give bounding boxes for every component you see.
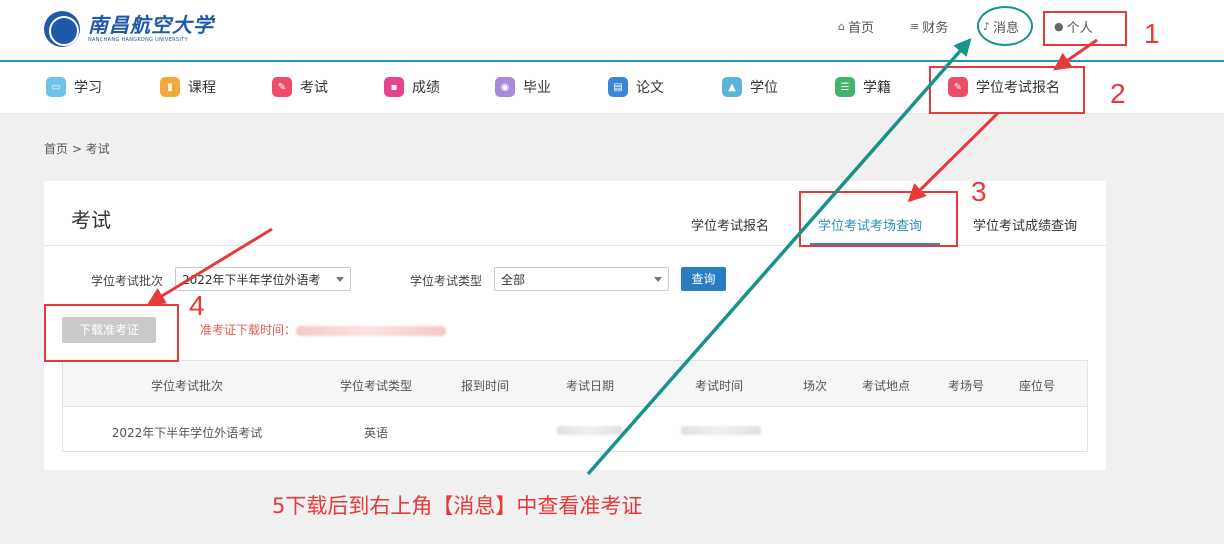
column-header: 场次 (802, 379, 828, 393)
batch-select-value: 2022年下半年学位外语考 (182, 273, 321, 287)
top-link-finance[interactable]: ≡ 财务 (910, 17, 948, 36)
annotation-box-room-query (799, 191, 958, 247)
annotation-box-personal (1043, 11, 1127, 46)
home-icon: ⌂ (838, 20, 845, 33)
nav-item-score[interactable]: ▪ 成绩 (384, 77, 440, 97)
batch-select[interactable]: 2022年下半年学位外语考 (175, 267, 351, 291)
annotation-number-1: 1 (1144, 18, 1160, 49)
column-header: 学位考试批次 (150, 379, 224, 393)
nav-item-course-label: 课程 (188, 80, 216, 96)
nav-item-roster-label: 学籍 (863, 80, 891, 96)
exam-table: 学位考试批次 学位考试类型 报到时间 考试日期 考试时间 场次 考试地点 考场号… (62, 360, 1088, 452)
university-logo[interactable]: 南昌航空大学 NANCHANG HANGKONG UNIVERSITY (44, 11, 214, 47)
column-header: 考场号 (947, 379, 985, 393)
annotation-number-2: 2 (1110, 78, 1126, 109)
nav-item-paper-label: 论文 (636, 80, 664, 96)
exam-type-label: 学位考试类型 (410, 274, 483, 288)
nav-item-exam-label: 考试 (300, 80, 328, 96)
tab-exam-score-query[interactable]: 学位考试成绩查询 (973, 215, 1077, 234)
batch-label: 学位考试批次 (91, 274, 164, 288)
top-link-home[interactable]: ⌂ 首页 (838, 17, 874, 36)
redacted-exam-date (557, 426, 623, 435)
breadcrumb: 首页 > 考试 (44, 142, 110, 156)
degree-cap-icon: ▲ (722, 77, 742, 97)
cell-batch: 2022年下半年学位外语考试 (111, 426, 263, 440)
top-link-finance-label: 财务 (922, 21, 949, 36)
redacted-date-range (296, 325, 447, 336)
column-header: 考试时间 (694, 379, 744, 393)
query-button[interactable]: 查询 (681, 267, 726, 291)
book-icon: ▮ (160, 77, 180, 97)
column-header: 考试地点 (861, 379, 911, 393)
exam-type-select[interactable]: 全部 (494, 267, 669, 291)
annotation-caption: 5下载后到右上角【消息】中查看准考证 (272, 494, 643, 518)
annotation-circle-messages (977, 6, 1033, 46)
cell-exam-type: 英语 (363, 426, 389, 440)
column-header: 考试日期 (565, 379, 615, 393)
score-icon: ▪ (384, 77, 404, 97)
annotation-box-exam-register (929, 66, 1085, 114)
nav-item-graduation-label: 毕业 (523, 80, 551, 96)
graduation-icon: ◉ (495, 77, 515, 97)
chevron-down-icon (654, 277, 662, 282)
roster-icon: ☰ (835, 77, 855, 97)
top-link-home-label: 首页 (847, 21, 874, 36)
column-header: 座位号 (1018, 379, 1056, 393)
top-header: 南昌航空大学 NANCHANG HANGKONG UNIVERSITY ⌂ 首页… (0, 0, 1224, 60)
nav-item-paper[interactable]: ▤ 论文 (608, 77, 664, 97)
logo-emblem-icon (44, 11, 80, 47)
annotation-number-3: 3 (971, 176, 987, 207)
logo-name-en: NANCHANG HANGKONG UNIVERSITY (88, 37, 188, 43)
nav-item-study[interactable]: ▭ 学习 (46, 77, 102, 97)
database-icon: ≡ (910, 20, 920, 33)
redacted-exam-time (681, 426, 761, 435)
annotation-number-4: 4 (189, 290, 205, 321)
download-time-label: 准考证下载时间： (200, 323, 297, 337)
annotation-box-download (44, 304, 179, 362)
nav-item-score-label: 成绩 (412, 80, 440, 96)
logo-name-cn: 南昌航空大学 (88, 13, 214, 37)
download-time-info: 准考证下载时间： (200, 321, 447, 338)
study-icon: ▭ (46, 77, 66, 97)
exam-type-select-value: 全部 (501, 273, 526, 287)
table-header: 学位考试批次 学位考试类型 报到时间 考试日期 考试时间 场次 考试地点 考场号… (63, 361, 1087, 407)
paper-icon: ▤ (608, 77, 628, 97)
exam-icon: ✎ (272, 77, 292, 97)
nav-item-course[interactable]: ▮ 课程 (160, 77, 216, 97)
chevron-down-icon (336, 277, 344, 282)
nav-item-degree[interactable]: ▲ 学位 (722, 77, 778, 97)
nav-item-degree-label: 学位 (750, 80, 778, 96)
nav-item-roster[interactable]: ☰ 学籍 (835, 77, 891, 97)
column-header: 学位考试类型 (339, 379, 413, 393)
column-header: 报到时间 (460, 379, 510, 393)
nav-item-exam[interactable]: ✎ 考试 (272, 77, 328, 97)
nav-item-study-label: 学习 (74, 80, 102, 96)
tab-exam-register[interactable]: 学位考试报名 (691, 215, 769, 234)
nav-item-graduation[interactable]: ◉ 毕业 (495, 77, 551, 97)
page-title: 考试 (71, 208, 111, 232)
